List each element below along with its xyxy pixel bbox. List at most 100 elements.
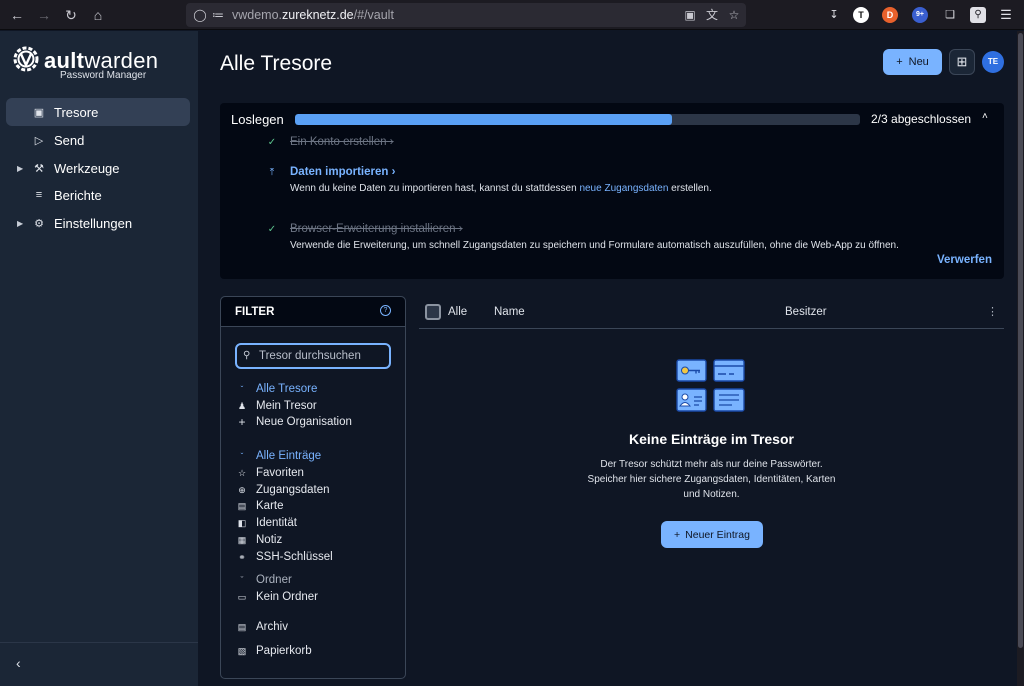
new-login-link[interactable]: neue Zugangsdaten <box>579 183 668 194</box>
sidebar-item-label: Tresore <box>54 104 99 120</box>
filter-new-organization[interactable]: + Neue Organisation <box>235 414 351 430</box>
bookmark-star-icon[interactable]: ☆ <box>726 7 742 23</box>
screenshot-icon[interactable]: ▣ <box>682 7 698 23</box>
download-icon[interactable]: ↧ <box>826 7 842 23</box>
avatar[interactable]: TE <box>982 51 1004 73</box>
credit-card-icon: ▤ <box>237 500 247 511</box>
wrench-icon: ⚒ <box>34 162 44 175</box>
sidebar-item-label: Werkzeuge <box>54 160 120 176</box>
check-icon: ✓ <box>267 224 277 235</box>
getting-started-label: Loslegen <box>231 112 284 127</box>
extensions-puzzle-icon[interactable]: ❏ <box>942 7 958 23</box>
new-entry-button[interactable]: + Neuer Eintrag <box>661 521 763 548</box>
sidebar: aultwarden Password Manager ▣ Tresore ▷ … <box>0 31 198 686</box>
items-table-header: Alle Name Besitzer ⋮ <box>419 296 1004 329</box>
upload-icon: ⤒ <box>269 167 275 178</box>
send-icon: ▷ <box>34 134 44 147</box>
sidebar-item-tresore[interactable]: ▣ Tresore <box>6 98 190 126</box>
filter-notes[interactable]: ▦ Notiz <box>235 532 282 548</box>
url-bar[interactable]: ◯ ≔ vwdemo.zureknetz.de/#/vault ▣ 文 ☆ <box>186 3 746 27</box>
chevron-down-icon: ˇ <box>240 575 244 585</box>
extension-ublock-icon[interactable]: 9+ <box>912 7 928 23</box>
sidebar-item-label: Berichte <box>54 187 102 203</box>
grid-icon: ⊞ <box>956 54 968 69</box>
user-icon: ♟ <box>237 400 247 411</box>
reload-icon[interactable]: ↻ <box>62 6 80 24</box>
step-title: Browser-Erweiterung installieren › <box>290 223 463 235</box>
check-icon: ✓ <box>267 137 277 148</box>
vault-icon: ▣ <box>33 106 45 119</box>
column-owner[interactable]: Besitzer <box>785 306 827 318</box>
plus-icon: + <box>896 56 903 68</box>
sidebar-collapse-button[interactable]: ‹ <box>0 642 198 686</box>
filter-folders[interactable]: ˇ Ordner <box>235 572 292 588</box>
plus-icon: + <box>674 528 681 541</box>
filter-panel: FILTER ? ⚲ Tresor durchsuchen ˇ Alle Tres… <box>220 296 406 679</box>
sliders-icon: ≡ <box>35 189 43 201</box>
search-placeholder: Tresor durchsuchen <box>259 350 361 362</box>
trash-icon: ▧ <box>237 645 247 656</box>
sidebar-item-label: Einstellungen <box>54 215 133 231</box>
filter-header: FILTER ? <box>221 297 405 327</box>
sidebar-item-label: Send <box>54 132 85 148</box>
filter-cards[interactable]: ▤ Karte <box>235 498 284 514</box>
scrollbar-thumb[interactable] <box>1018 33 1023 648</box>
select-all-checkbox[interactable] <box>425 304 441 320</box>
product-switcher-button[interactable]: ⊞ <box>949 49 975 75</box>
new-entry-label: Neuer Eintrag <box>685 528 750 541</box>
main-content: Alle Tresore + Neu ⊞ TE Loslegen 2/3 abg… <box>198 31 1024 686</box>
filter-no-folder[interactable]: ▭ Kein Ordner <box>235 589 318 605</box>
sidebar-item-werkzeuge[interactable]: ▶ ⚒ Werkzeuge <box>6 154 190 182</box>
plus-icon: + <box>238 415 246 429</box>
help-icon[interactable]: ? <box>380 305 391 316</box>
filter-all-vaults[interactable]: ˇ Alle Tresore <box>235 381 318 397</box>
progress-bar <box>295 114 860 125</box>
url-text[interactable]: vwdemo.zureknetz.de/#/vault <box>232 8 394 22</box>
filter-favorites[interactable]: ☆ Favoriten <box>235 465 304 481</box>
new-button[interactable]: + Neu <box>883 49 942 75</box>
empty-state-title: Keine Einträge im Tresor <box>629 431 794 447</box>
sidebar-item-send[interactable]: ▷ Send <box>6 126 190 154</box>
filter-title: FILTER <box>235 306 275 318</box>
caret-right-icon: ▶ <box>17 163 24 173</box>
folder-icon: ▭ <box>237 591 247 602</box>
home-icon[interactable]: ⌂ <box>89 6 107 24</box>
page-scrollbar[interactable] <box>1017 31 1024 686</box>
back-arrow-icon[interactable]: ← <box>8 6 26 24</box>
filter-identities[interactable]: ◧ Identität <box>235 515 297 531</box>
star-icon: ☆ <box>237 467 247 478</box>
note-icon: ▦ <box>237 534 247 545</box>
step-description: Wenn du keine Daten zu importieren hast,… <box>290 183 712 194</box>
filter-my-vault[interactable]: ♟ Mein Tresor <box>235 398 317 414</box>
extension-t-icon[interactable]: T <box>853 7 869 23</box>
filter-all-items[interactable]: ˇ Alle Einträge <box>235 448 322 464</box>
translate-icon[interactable]: 文 <box>704 7 720 23</box>
step-title: Ein Konto erstellen › <box>290 136 394 148</box>
chevron-up-icon[interactable]: ˄ <box>982 111 988 122</box>
column-all[interactable]: Alle <box>448 306 467 318</box>
shield-icon[interactable]: ◯ <box>192 7 208 23</box>
filter-logins[interactable]: ⊕ Zugangsdaten <box>235 482 329 498</box>
filter-archive[interactable]: ▤ Archiv <box>235 619 288 635</box>
more-options-icon[interactable]: ⋮ <box>987 305 998 318</box>
chevron-left-icon: ‹ <box>16 655 21 671</box>
id-card-icon: ◧ <box>237 517 247 528</box>
forward-arrow-icon[interactable]: → <box>35 6 53 24</box>
column-name[interactable]: Name <box>494 306 525 318</box>
dismiss-button[interactable]: Verwerfen <box>937 254 992 266</box>
step-title: Daten importieren › <box>290 166 396 178</box>
site-permissions-icon[interactable]: ≔ <box>210 7 226 23</box>
menu-icon[interactable]: ☰ <box>998 7 1014 23</box>
extension-search-icon[interactable]: ⚲ <box>970 7 986 23</box>
filter-trash[interactable]: ▧ Papierkorb <box>235 643 312 659</box>
search-input[interactable]: ⚲ Tresor durchsuchen <box>235 343 391 369</box>
archive-icon: ▤ <box>237 621 247 632</box>
filter-ssh-keys[interactable]: ⚭ SSH-Schlüssel <box>235 549 332 565</box>
extension-duckduckgo-icon[interactable]: D <box>882 7 898 23</box>
sidebar-item-berichte[interactable]: ≡ Berichte <box>6 181 190 209</box>
getting-started-panel: Loslegen 2/3 abgeschlossen ˄ ✓ Ein Konto… <box>220 103 1004 279</box>
search-icon: ⚲ <box>243 350 251 361</box>
sidebar-item-einstellungen[interactable]: ▶ ⚙ Einstellungen <box>6 209 190 237</box>
vaultwarden-logo[interactable]: aultwarden Password Manager <box>12 45 192 85</box>
progress-fill <box>295 114 672 125</box>
